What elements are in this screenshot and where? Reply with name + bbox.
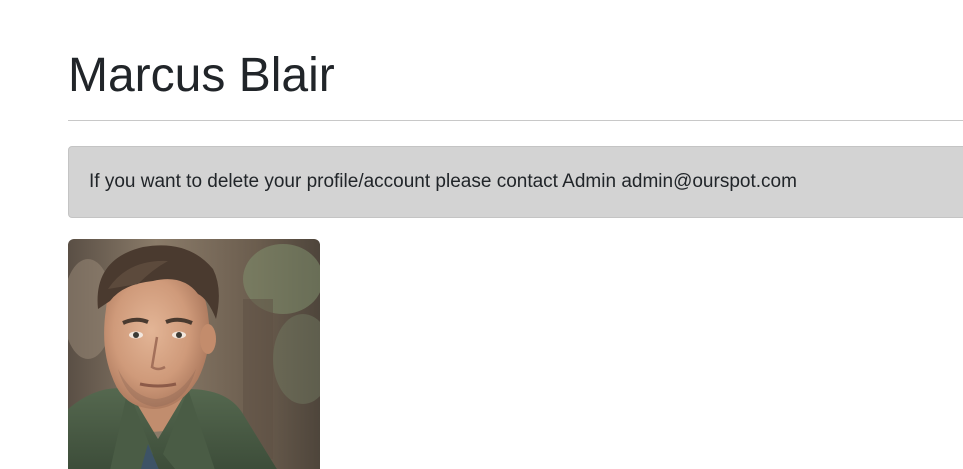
profile-page: Marcus Blair If you want to delete your …: [0, 0, 963, 469]
profile-photo: [68, 239, 320, 469]
delete-account-notice: If you want to delete your profile/accou…: [68, 146, 963, 218]
notice-text: If you want to delete your profile/accou…: [89, 171, 797, 192]
page-title: Marcus Blair: [68, 49, 335, 102]
title-divider: [68, 120, 963, 121]
